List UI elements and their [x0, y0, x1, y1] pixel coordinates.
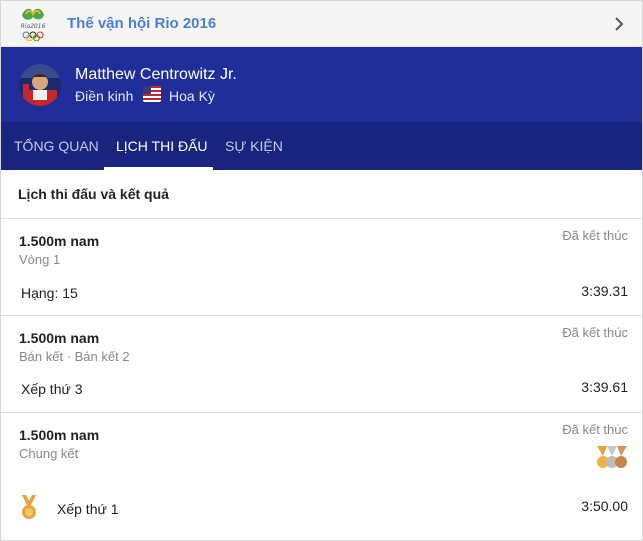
athlete-avatar	[19, 64, 61, 106]
divider	[1, 412, 642, 413]
event-round: Chung kết	[19, 446, 79, 461]
result-label: Xếp thứ 3	[21, 381, 83, 397]
event-round: Vòng 1	[19, 252, 61, 267]
result-label: Hạng: 15	[21, 285, 78, 301]
chevron-right-icon[interactable]	[610, 14, 628, 34]
event-status: Đã kết thúc	[562, 325, 628, 340]
athlete-header: Matthew Centrowitz Jr. Điền kinh Hoa Kỳ	[1, 47, 642, 122]
section-title: Lịch thi đấu và kết quả	[18, 186, 169, 202]
event-round: Bán kết · Bán kết 2	[19, 349, 130, 364]
rio-2016-logo-icon: Rio2016	[21, 8, 46, 41]
result-time: 3:50.00	[581, 498, 628, 514]
result-time: 3:39.31	[581, 283, 628, 299]
event-status: Đã kết thúc	[562, 422, 628, 437]
medals-icon	[597, 446, 627, 468]
tab-overview[interactable]: TỔNG QUAN	[14, 138, 99, 154]
result-time: 3:39.61	[581, 379, 628, 395]
banner-title[interactable]: Thế vận hội Rio 2016	[67, 15, 216, 32]
event-name: 1.500m nam	[19, 427, 100, 443]
svg-text:Rio2016: Rio2016	[21, 23, 46, 30]
tab-schedule[interactable]: LỊCH THI ĐẤU	[116, 138, 208, 154]
olympics-banner[interactable]: Rio2016 Thế vận hội Rio 2016	[1, 1, 642, 47]
divider	[1, 315, 642, 316]
athlete-country: Hoa Kỳ	[169, 88, 215, 104]
athlete-sport: Điền kinh	[75, 88, 134, 104]
active-tab-indicator	[104, 167, 213, 170]
event-name: 1.500m nam	[19, 233, 100, 249]
divider	[1, 218, 642, 219]
event-name: 1.500m nam	[19, 330, 100, 346]
athlete-name: Matthew Centrowitz Jr.	[75, 66, 237, 83]
tab-events[interactable]: SỰ KIỆN	[225, 138, 283, 154]
athlete-card: Rio2016 Thế vận hội Rio 2016 Matthew Cen…	[0, 0, 643, 541]
result-label: Xếp thứ 1	[57, 501, 119, 517]
us-flag-icon	[143, 86, 161, 102]
tab-bar: TỔNG QUAN LỊCH THI ĐẤU SỰ KIỆN	[1, 122, 642, 170]
event-status: Đã kết thúc	[562, 228, 628, 243]
gold-medal-icon	[22, 495, 36, 519]
